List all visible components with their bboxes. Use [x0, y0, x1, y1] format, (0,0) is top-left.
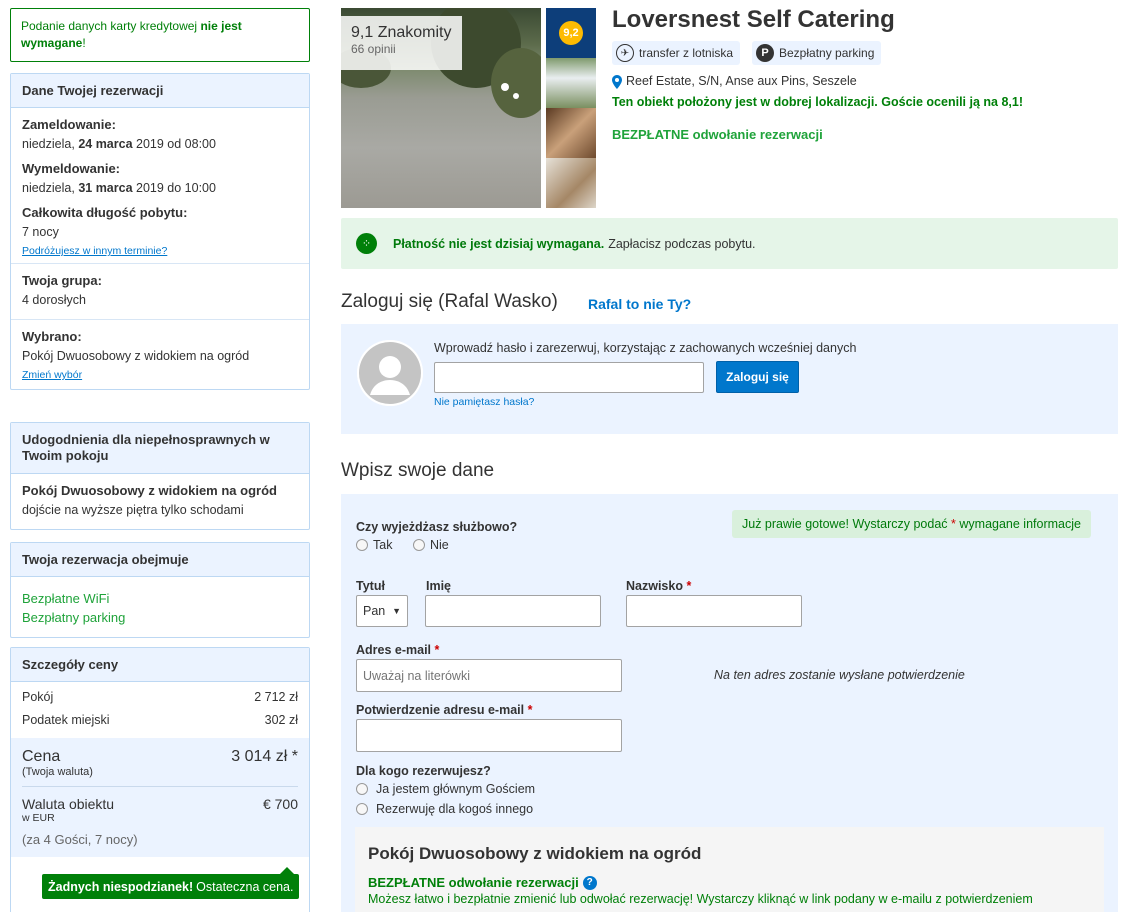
parking-icon: P	[756, 44, 774, 62]
checkin-value: niedziela, 24 marca 2019 od 08:00	[22, 137, 216, 151]
price-details-header: Szczegóły ceny	[11, 648, 309, 682]
photo-thumbnail-2[interactable]	[546, 58, 596, 108]
room-card: Pokój Dwuosobowy z widokiem na ogród BEZ…	[355, 827, 1104, 912]
checkin-label: Zameldowanie:	[22, 117, 116, 132]
radio-no[interactable]	[413, 539, 425, 551]
include-parking: Bezpłatny parking	[22, 610, 126, 625]
password-input[interactable]	[434, 362, 704, 393]
guests-nights: (za 4 Gości, 7 nocy)	[22, 832, 138, 847]
not-you-link[interactable]: Rafal to nie Ty?	[588, 296, 691, 312]
checkout-value: niedziela, 31 marca 2019 do 10:00	[22, 181, 216, 195]
radio-for-me[interactable]	[356, 783, 368, 795]
for-other-option[interactable]: Rezerwuję dla kogoś innego	[356, 802, 533, 816]
group-label: Twoja grupa:	[22, 273, 102, 288]
forgot-password-link[interactable]: Nie pamiętasz hasła?	[434, 396, 534, 408]
reservation-details-card: Dane Twojej rezerwacji Zameldowanie: nie…	[10, 73, 310, 390]
includes-card: Twoja rezerwacja obejmuje Bezpłatne WiFi…	[10, 542, 310, 638]
login-button[interactable]: Zaloguj się	[716, 361, 799, 393]
user-avatar	[357, 340, 423, 406]
selected-room: Pokój Dwuosobowy z widokiem na ogród	[22, 349, 250, 363]
email-confirm-label: Potwierdzenie adresu e-mail *	[356, 703, 533, 717]
room-free-cancel: BEZPŁATNE odwołanie rezerwacji ?	[368, 875, 1091, 890]
business-trip-label: Czy wyjeżdżasz służbowo?	[356, 520, 518, 534]
accessibility-info: dojście na wyższe piętra tylko schodami	[22, 503, 244, 517]
total-value: 3 014 zł *	[231, 748, 298, 765]
location-rating-note: Ten obiekt położony jest w dobrej lokali…	[612, 95, 1023, 109]
hotel-main-photo[interactable]: 9,1 Znakomity 66 opinii	[341, 8, 541, 208]
last-name-input[interactable]	[626, 595, 802, 627]
free-cancellation: BEZPŁATNE odwołanie rezerwacji	[612, 127, 823, 142]
dropdown-arrow-icon: ▼	[392, 606, 401, 616]
for-me-option[interactable]: Ja jestem głównym Gościem	[356, 782, 535, 796]
property-currency-value: € 700	[262, 796, 298, 812]
group-value: 4 dorosłych	[22, 293, 86, 307]
photo-thumbnail-4[interactable]	[546, 158, 596, 208]
tip-arrow	[280, 867, 294, 874]
email-note: Na ten adres zostanie wysłane potwierdze…	[714, 668, 965, 682]
property-currency-sub: w EUR	[22, 812, 55, 824]
award-score: 9,2	[559, 21, 583, 45]
accessibility-room: Pokój Dwuosobowy z widokiem na ogród	[22, 483, 277, 498]
facility-airport-transfer: ✈ transfer z lotniska	[612, 41, 741, 65]
change-selection-link[interactable]: Zmień wybór	[22, 369, 82, 381]
guest-details-form: Już prawie gotowe! Wystarczy podać * wym…	[341, 494, 1118, 912]
tax-price-row: Podatek miejski 302 zł	[22, 713, 298, 727]
radio-for-other[interactable]	[356, 803, 368, 815]
photo-thumbnail-3[interactable]	[546, 108, 596, 158]
info-icon[interactable]: ?	[582, 875, 597, 890]
hotel-name: Loversnest Self Catering	[612, 6, 895, 33]
business-yes[interactable]: Tak	[356, 538, 392, 552]
payment-icon: ⁘	[356, 233, 377, 254]
first-name-input[interactable]	[425, 595, 601, 627]
award-thumbnail[interactable]: 9,2	[546, 8, 596, 58]
total-price-block: Cena (Twoja waluta) 3 014 zł * Waluta ob…	[11, 738, 309, 857]
checkout-label: Wymeldowanie:	[22, 161, 121, 176]
accessibility-header: Udogodnienia dla niepełnosprawnych w Two…	[11, 423, 309, 474]
email-confirm-input[interactable]	[356, 719, 622, 752]
login-box: Wprowadź hasło i zarezerwuj, korzystając…	[341, 324, 1118, 434]
reviews-count: 66 opinii	[351, 42, 396, 56]
payment-text: Zapłacisz podczas pobytu.	[608, 236, 756, 251]
airport-shuttle-icon: ✈	[616, 44, 634, 62]
other-dates-link[interactable]: Podróżujesz w innym terminie?	[22, 245, 167, 257]
login-title: Zaloguj się (Rafal Wasko)	[341, 291, 558, 312]
business-no[interactable]: Nie	[413, 538, 449, 552]
login-hint: Wprowadź hasło i zarezerwuj, korzystając…	[434, 341, 857, 355]
notice-text: Podanie danych karty kredytowej	[21, 19, 198, 33]
map-pin-icon	[612, 74, 622, 89]
last-name-label: Nazwisko *	[626, 579, 692, 593]
hotel-address: Reef Estate, S/N, Anse aux Pins, Seszele	[612, 74, 857, 89]
includes-header: Twoja rezerwacja obejmuje	[11, 543, 309, 577]
facility-parking: P Bezpłatny parking	[752, 41, 882, 65]
notice-end: !	[82, 36, 86, 50]
credit-card-notice: Podanie danych karty kredytowej nie jest…	[10, 8, 310, 62]
selected-label: Wybrano:	[22, 329, 82, 344]
property-currency-label: Waluta obiektu	[22, 796, 115, 812]
include-wifi: Bezpłatne WiFi	[22, 591, 110, 606]
stay-length-label: Całkowita długość pobytu:	[22, 205, 188, 220]
accessibility-card: Udogodnienia dla niepełnosprawnych w Two…	[10, 422, 310, 530]
score-text: 9,1 Znakomity	[351, 24, 452, 41]
price-details-card: Szczegóły ceny Pokój 2 712 zł Podatek mie…	[10, 647, 310, 912]
email-label: Adres e-mail *	[356, 643, 440, 657]
score-badge: 9,1 Znakomity 66 opinii	[341, 16, 462, 70]
first-name-label: Imię	[426, 579, 452, 593]
room-price-row: Pokój 2 712 zł	[22, 690, 298, 704]
room-title: Pokój Dwuosobowy z widokiem na ogród	[368, 844, 702, 863]
almost-done-badge: Już prawie gotowe! Wystarczy podać * wym…	[732, 510, 1091, 538]
total-sub: (Twoja waluta)	[22, 766, 93, 778]
room-cancel-desc: Możesz łatwo i bezpłatnie zmienić lub od…	[368, 892, 1033, 906]
form-title: Wpisz swoje dane	[341, 460, 495, 481]
payment-bold: Płatność nie jest dzisiaj wymagana.	[393, 236, 605, 251]
for-whom-label: Dla kogo rezerwujesz?	[356, 764, 491, 778]
payment-info-banner: ⁘ Płatność nie jest dzisiaj wymagana. Za…	[341, 218, 1118, 269]
stay-length-value: 7 nocy	[22, 225, 59, 239]
email-input[interactable]	[356, 659, 622, 692]
salutation-select[interactable]: Pan ▼	[356, 595, 408, 627]
salutation-label: Tytuł	[356, 579, 385, 593]
radio-yes[interactable]	[356, 539, 368, 551]
no-surprises-tip: Żadnych niespodzianek! Ostateczna cena.	[42, 874, 300, 899]
reservation-details-header: Dane Twojej rezerwacji	[11, 74, 309, 108]
total-label: Cena	[22, 748, 61, 765]
